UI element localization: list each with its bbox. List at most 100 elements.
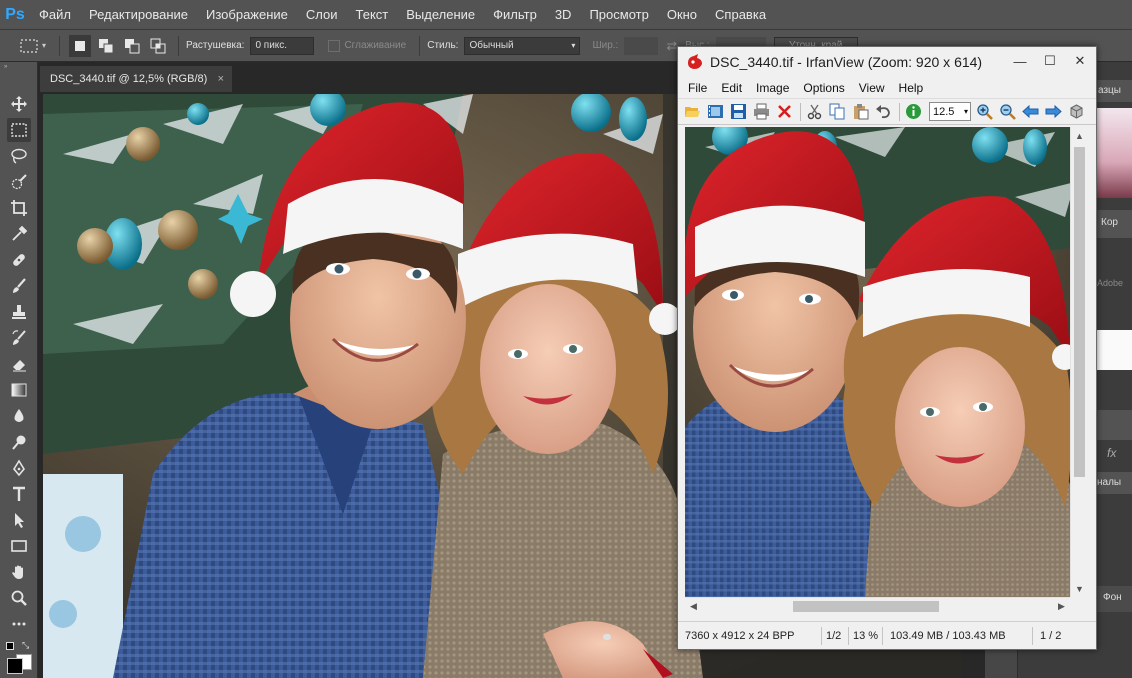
style-select[interactable]: Обычный ▾	[464, 36, 581, 55]
rectangle-icon[interactable]	[7, 534, 31, 558]
color-swatches[interactable]: ⤡	[4, 640, 36, 676]
open-icon[interactable]	[682, 101, 703, 122]
adjustments-label[interactable]: Кор	[1097, 210, 1132, 238]
lasso-icon[interactable]	[7, 144, 31, 168]
stamp-icon[interactable]	[7, 300, 31, 324]
close-icon[interactable]: ×	[218, 73, 224, 85]
undo-icon[interactable]	[873, 101, 894, 122]
document-tab[interactable]: DSC_3440.tif @ 12,5% (RGB/8) ×	[40, 66, 232, 92]
marquee-icon[interactable]	[7, 118, 31, 142]
document-tab-title: DSC_3440.tif @ 12,5% (RGB/8)	[50, 73, 208, 85]
width-input[interactable]	[624, 36, 659, 55]
irfan-menu-image[interactable]: Image	[749, 77, 796, 99]
irfan-menu-view[interactable]: View	[852, 77, 892, 99]
swap-icon[interactable]: ⇄	[666, 38, 677, 54]
copy-icon[interactable]	[827, 101, 848, 122]
feather-input[interactable]: 0 пикс.	[250, 36, 315, 55]
menu-type[interactable]: Текст	[347, 0, 398, 30]
menu-image[interactable]: Изображение	[197, 0, 297, 30]
marquee-preset-icon[interactable]	[18, 35, 40, 57]
filmstrip-icon[interactable]	[705, 101, 726, 122]
status-memory: 103.49 MB / 103.43 MB	[883, 626, 1033, 645]
menu-view[interactable]: Просмотр	[580, 0, 657, 30]
cut-icon[interactable]	[804, 101, 825, 122]
fx-icon[interactable]: fx	[1107, 446, 1116, 460]
antialias-label: Сглаживание	[344, 40, 407, 51]
path-select-icon[interactable]	[7, 508, 31, 532]
subtract-selection-icon[interactable]	[121, 35, 143, 57]
add-selection-icon[interactable]	[95, 35, 117, 57]
width-label: Шир.:	[592, 40, 619, 51]
menu-edit[interactable]: Редактирование	[80, 0, 197, 30]
irfan-menu-file[interactable]: File	[681, 77, 714, 99]
brush-icon[interactable]	[7, 274, 31, 298]
settings-icon[interactable]	[1066, 101, 1087, 122]
menu-select[interactable]: Выделение	[397, 0, 484, 30]
pen-icon[interactable]	[7, 456, 31, 480]
menu-layers[interactable]: Слои	[297, 0, 347, 30]
color-picker-field[interactable]	[1097, 108, 1132, 198]
delete-icon[interactable]	[774, 101, 795, 122]
scroll-up-icon[interactable]: ▲	[1071, 127, 1088, 144]
irfan-menu-help[interactable]: Help	[892, 77, 931, 99]
irfan-menu-edit[interactable]: Edit	[714, 77, 749, 99]
close-icon[interactable]: ✕	[1065, 47, 1095, 75]
blur-icon[interactable]	[7, 404, 31, 428]
irfanview-statusbar: 7360 x 4912 x 24 BPP 1/2 13 % 103.49 MB …	[678, 621, 1096, 649]
scroll-left-icon[interactable]: ◀	[685, 598, 702, 615]
default-colors-icon[interactable]	[6, 642, 14, 650]
more-icon[interactable]	[7, 612, 31, 636]
irfanview-titlebar[interactable]: DSC_3440.tif - IrfanView (Zoom: 920 x 61…	[678, 47, 1096, 77]
zoom-select[interactable]: 12.5 ▾	[929, 102, 971, 121]
minimize-icon[interactable]: —	[1005, 47, 1035, 75]
irfanview-image-view[interactable]	[685, 127, 1079, 597]
swap-colors-icon[interactable]: ⤡	[22, 640, 29, 651]
status-dimensions: 7360 x 4912 x 24 BPP	[678, 626, 822, 645]
save-icon[interactable]	[728, 101, 749, 122]
print-icon[interactable]	[751, 101, 772, 122]
menu-help[interactable]: Справка	[706, 0, 775, 30]
gradient-icon[interactable]	[7, 378, 31, 402]
vertical-scroll-thumb[interactable]	[1074, 147, 1085, 477]
dodge-icon[interactable]	[7, 430, 31, 454]
scroll-right-icon[interactable]: ▶	[1053, 598, 1070, 615]
healing-icon[interactable]	[7, 248, 31, 272]
crop-icon[interactable]	[7, 196, 31, 220]
vertical-scrollbar[interactable]: ▲ ▼	[1070, 127, 1087, 597]
paste-icon[interactable]	[850, 101, 871, 122]
zoom-value: 12.5	[933, 105, 955, 118]
status-page: 1/2	[822, 626, 849, 645]
foreground-color-swatch[interactable]	[7, 658, 23, 674]
scroll-down-icon[interactable]: ▼	[1071, 580, 1088, 597]
maximize-icon[interactable]: ☐	[1035, 47, 1065, 75]
background-layer[interactable]: Фон	[1097, 586, 1132, 612]
channels-tab[interactable]: налы	[1093, 472, 1132, 494]
quick-select-icon[interactable]	[7, 170, 31, 194]
info-icon[interactable]	[903, 101, 924, 122]
eraser-icon[interactable]	[7, 352, 31, 376]
antialias-checkbox[interactable]	[328, 39, 341, 52]
couple-photo-preview-image	[685, 127, 1079, 597]
horizontal-scroll-thumb[interactable]	[793, 601, 939, 612]
menu-window[interactable]: Окно	[658, 0, 706, 30]
hand-icon[interactable]	[7, 560, 31, 584]
menu-file[interactable]: Файл	[30, 0, 80, 30]
zoom-in-icon[interactable]	[974, 101, 995, 122]
irfan-menu-options[interactable]: Options	[796, 77, 851, 99]
history-brush-icon[interactable]	[7, 326, 31, 350]
zoom-icon[interactable]	[7, 586, 31, 610]
prev-icon[interactable]	[1020, 101, 1041, 122]
intersect-selection-icon[interactable]	[147, 35, 169, 57]
horizontal-scrollbar[interactable]: ◀ ▶	[685, 597, 1070, 614]
next-icon[interactable]	[1043, 101, 1064, 122]
menu-filter[interactable]: Фильтр	[484, 0, 546, 30]
divider	[178, 35, 180, 56]
chevron-down-icon[interactable]: ▾	[42, 41, 46, 50]
collapse-icon[interactable]: »	[4, 64, 34, 70]
new-selection-icon[interactable]	[69, 34, 92, 57]
zoom-out-icon[interactable]	[997, 101, 1018, 122]
menu-3d[interactable]: 3D	[546, 0, 581, 30]
move-icon[interactable]	[7, 92, 31, 116]
type-icon[interactable]	[7, 482, 31, 506]
eyedropper-icon[interactable]	[7, 222, 31, 246]
